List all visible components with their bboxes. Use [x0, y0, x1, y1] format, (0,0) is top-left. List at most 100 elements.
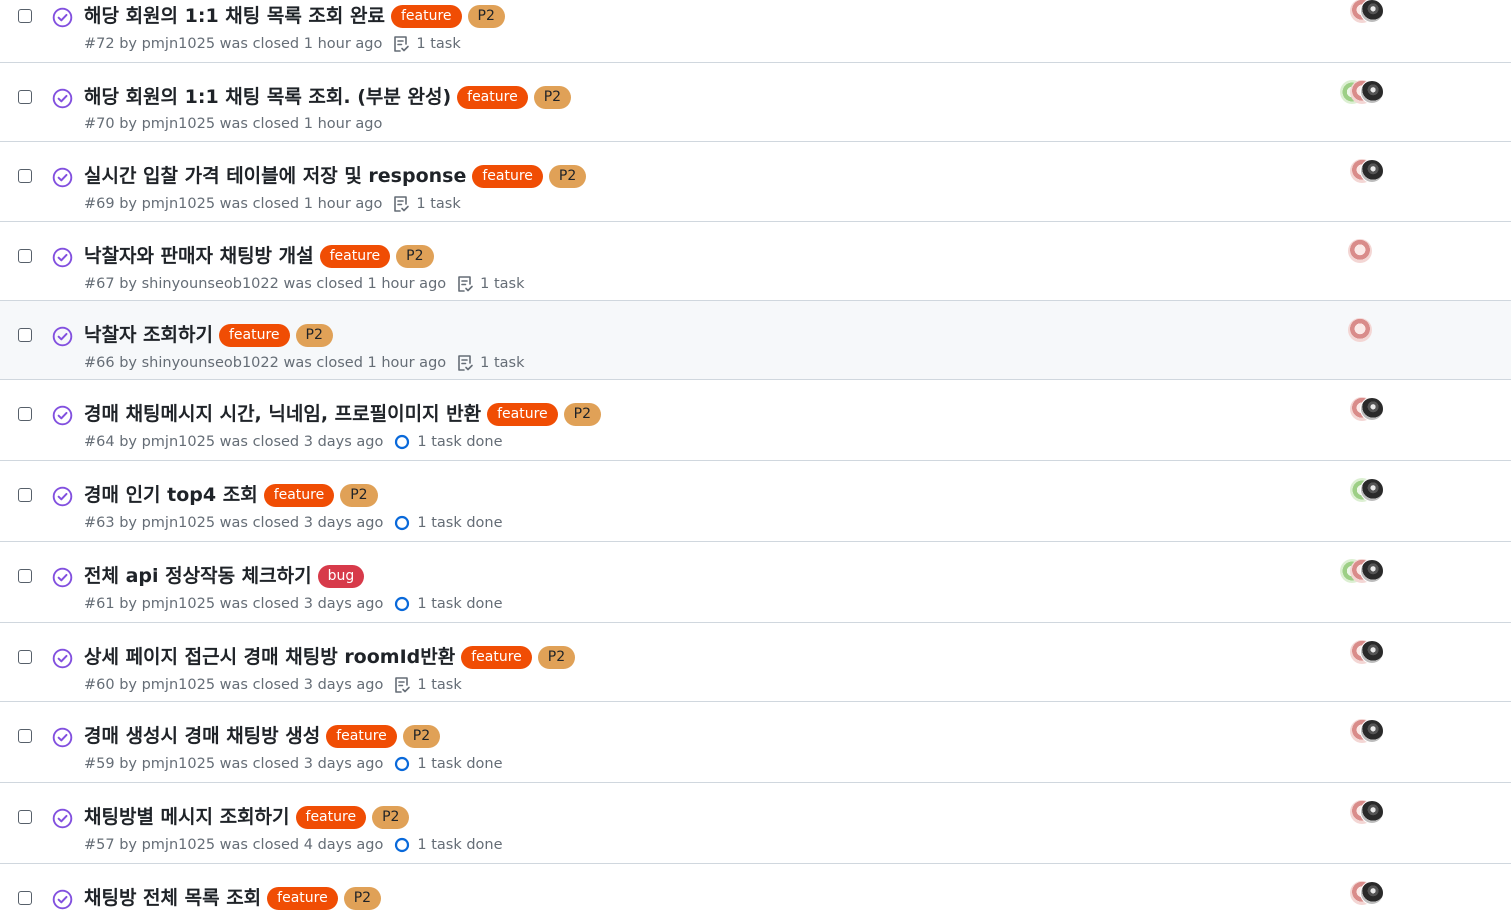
- task-progress-text: 1 task: [416, 36, 461, 52]
- issue-select-checkbox[interactable]: [18, 169, 32, 183]
- label-feature[interactable]: feature: [487, 402, 558, 426]
- avatar[interactable]: [1348, 318, 1372, 342]
- checklist-icon: [394, 196, 410, 212]
- avatar[interactable]: [1360, 0, 1384, 23]
- label-p2[interactable]: P2: [396, 244, 434, 268]
- avatar[interactable]: [1360, 80, 1384, 104]
- issue-title-link[interactable]: 경매 생성시 경매 채팅방 생성: [84, 724, 320, 748]
- task-progress[interactable]: 1 task: [392, 35, 461, 53]
- issue-title-link[interactable]: 낙찰자 조회하기: [84, 323, 213, 347]
- issue-title-link[interactable]: 상세 페이지 접근시 경매 채팅방 roomId반환: [84, 645, 455, 669]
- avatar[interactable]: [1348, 239, 1372, 263]
- avatar[interactable]: [1360, 559, 1384, 583]
- task-progress[interactable]: 1 task done: [393, 836, 503, 854]
- issue-row[interactable]: 채팅방별 메시지 조회하기 feature P2 #57 by pmjn1025 wa…: [0, 783, 1511, 864]
- issue-title-link[interactable]: 해당 회원의 1:1 채팅 목록 조회 완료: [84, 4, 385, 28]
- issue-row[interactable]: 상세 페이지 접근시 경매 채팅방 roomId반환 feature P2 #60 b…: [0, 623, 1511, 702]
- label-p2[interactable]: P2: [467, 4, 505, 28]
- issue-row[interactable]: 전체 api 정상작동 체크하기 bug #61 by pmjn1025 was c…: [0, 542, 1511, 623]
- issue-row[interactable]: 해당 회원의 1:1 채팅 목록 조회. (부분 완성) feature P2 #70…: [0, 63, 1511, 142]
- label-feature[interactable]: feature: [461, 645, 532, 669]
- issue-select-checkbox[interactable]: [18, 407, 32, 421]
- issue-title-link[interactable]: 실시간 입찰 가격 테이블에 저장 및 response: [84, 164, 466, 188]
- issue-select-checkbox[interactable]: [18, 249, 32, 263]
- task-progress[interactable]: 1 task: [456, 275, 525, 293]
- label-feature[interactable]: feature: [267, 886, 338, 910]
- issue-select-checkbox[interactable]: [18, 810, 32, 824]
- label-feature[interactable]: feature: [472, 164, 543, 188]
- issue-row[interactable]: 낙찰자와 판매자 채팅방 개설 feature P2 #67 by shinyouns…: [0, 222, 1511, 301]
- issue-title-link[interactable]: 채팅방 전체 목록 조회: [84, 886, 261, 910]
- assignee-avatars[interactable]: [1326, 239, 1376, 265]
- issue-title-link[interactable]: 채팅방별 메시지 조회하기: [84, 805, 290, 829]
- issue-row[interactable]: 경매 생성시 경매 채팅방 생성 feature P2 #59 by pmjn1025…: [0, 702, 1511, 783]
- label-p2[interactable]: P2: [548, 164, 587, 188]
- label-p2[interactable]: P2: [372, 805, 410, 829]
- task-progress[interactable]: 1 task done: [393, 595, 503, 613]
- label-feature[interactable]: feature: [218, 323, 290, 347]
- task-progress[interactable]: 1 task done: [393, 433, 503, 451]
- assignee-avatars[interactable]: [1326, 559, 1384, 585]
- issue-select-checkbox[interactable]: [18, 891, 32, 905]
- issue-meta: #70 by pmjn1025 was closed 1 hour ago: [84, 116, 382, 132]
- label-feature[interactable]: feature: [390, 4, 462, 28]
- avatar[interactable]: [1360, 719, 1384, 743]
- avatar[interactable]: [1360, 478, 1384, 502]
- issue-select-checkbox[interactable]: [18, 9, 32, 23]
- label-p2[interactable]: P2: [295, 323, 333, 347]
- assignee-avatars[interactable]: [1326, 881, 1384, 907]
- task-progress-text: 1 task: [480, 276, 525, 292]
- issue-select-checkbox[interactable]: [18, 729, 32, 743]
- issue-select-checkbox[interactable]: [18, 650, 32, 664]
- label-p2[interactable]: P2: [343, 886, 382, 910]
- issue-row[interactable]: 실시간 입찰 가격 테이블에 저장 및 response feature P2 #69…: [0, 142, 1511, 222]
- task-progress[interactable]: 1 task done: [393, 514, 503, 532]
- assignee-avatars[interactable]: [1326, 640, 1384, 666]
- task-progress[interactable]: 1 task: [456, 354, 525, 372]
- label-bug[interactable]: bug: [317, 564, 365, 588]
- avatar[interactable]: [1360, 800, 1384, 824]
- label-feature[interactable]: feature: [295, 805, 367, 829]
- issue-meta: #64 by pmjn1025 was closed 3 days ago 1 t…: [84, 433, 503, 451]
- issue-meta-text: #60 by pmjn1025 was closed 3 days ago: [84, 677, 384, 693]
- avatar[interactable]: [1360, 397, 1384, 421]
- assignee-avatars[interactable]: [1326, 159, 1384, 185]
- issue-row[interactable]: 경매 채팅메시지 시간, 닉네임, 프로필이미지 반환 feature P2 #64 …: [0, 380, 1511, 461]
- issue-row[interactable]: 경매 인기 top4 조회 feature P2 #63 by pmjn1025 wa…: [0, 461, 1511, 542]
- task-progress[interactable]: 1 task done: [393, 755, 503, 773]
- assignee-avatars[interactable]: [1326, 318, 1376, 344]
- issue-title-link[interactable]: 낙찰자와 판매자 채팅방 개설: [84, 244, 314, 268]
- avatar[interactable]: [1360, 881, 1384, 905]
- issue-title-link[interactable]: 전체 api 정상작동 체크하기: [84, 564, 312, 588]
- label-feature[interactable]: feature: [319, 244, 391, 268]
- issue-title-link[interactable]: 경매 인기 top4 조회: [84, 483, 258, 507]
- issue-title-link[interactable]: 경매 채팅메시지 시간, 닉네임, 프로필이미지 반환: [84, 402, 481, 426]
- label-feature[interactable]: feature: [326, 724, 397, 748]
- assignee-avatars[interactable]: [1326, 397, 1384, 423]
- task-progress[interactable]: 1 task: [392, 195, 461, 213]
- issue-select-checkbox[interactable]: [18, 90, 32, 104]
- avatar[interactable]: [1360, 159, 1384, 183]
- task-progress[interactable]: 1 task: [393, 676, 462, 694]
- avatar[interactable]: [1360, 640, 1384, 664]
- issue-title-link[interactable]: 해당 회원의 1:1 채팅 목록 조회. (부분 완성): [84, 85, 451, 109]
- label-p2[interactable]: P2: [533, 85, 572, 109]
- issue-row[interactable]: 낙찰자 조회하기 feature P2 #66 by shinyounseob1022…: [0, 301, 1511, 380]
- issue-select-checkbox[interactable]: [18, 328, 32, 342]
- assignee-avatars[interactable]: [1326, 478, 1384, 504]
- label-p2[interactable]: P2: [537, 645, 576, 669]
- issue-row[interactable]: 채팅방 전체 목록 조회 feature P2: [0, 864, 1511, 920]
- assignee-avatars[interactable]: [1326, 80, 1384, 106]
- issue-title-line: 낙찰자 조회하기 feature P2: [84, 323, 333, 347]
- issue-row[interactable]: 해당 회원의 1:1 채팅 목록 조회 완료 feature P2 #72 by pm…: [0, 0, 1511, 63]
- assignee-avatars[interactable]: [1326, 800, 1384, 826]
- issue-select-checkbox[interactable]: [18, 569, 32, 583]
- assignee-avatars[interactable]: [1326, 0, 1384, 25]
- issue-select-checkbox[interactable]: [18, 488, 32, 502]
- label-p2[interactable]: P2: [340, 483, 378, 507]
- assignee-avatars[interactable]: [1326, 719, 1384, 745]
- label-p2[interactable]: P2: [563, 402, 602, 426]
- label-feature[interactable]: feature: [263, 483, 335, 507]
- label-feature[interactable]: feature: [457, 85, 528, 109]
- label-p2[interactable]: P2: [402, 724, 441, 748]
